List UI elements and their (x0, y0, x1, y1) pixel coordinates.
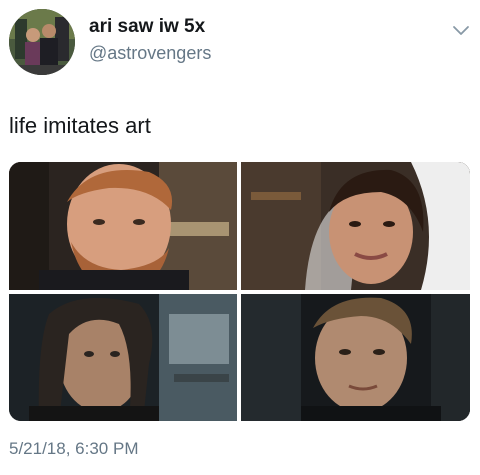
tweet-text: life imitates art (9, 113, 151, 138)
tweet-card: ari saw iw 5x @astrovengers life imitate… (0, 0, 480, 475)
photo-3[interactable] (9, 294, 237, 421)
profile-avatar[interactable] (9, 9, 75, 75)
media-grid (9, 162, 470, 421)
photo-1[interactable] (9, 162, 237, 290)
photo-2[interactable] (241, 162, 470, 290)
author-display-name[interactable]: ari saw iw 5x (89, 16, 205, 38)
photo-4[interactable] (241, 294, 470, 421)
author-handle[interactable]: @astrovengers (89, 42, 211, 64)
tweet-timestamp[interactable]: 5/21/18, 6:30 PM (9, 439, 138, 459)
chevron-down-icon[interactable] (452, 24, 470, 36)
